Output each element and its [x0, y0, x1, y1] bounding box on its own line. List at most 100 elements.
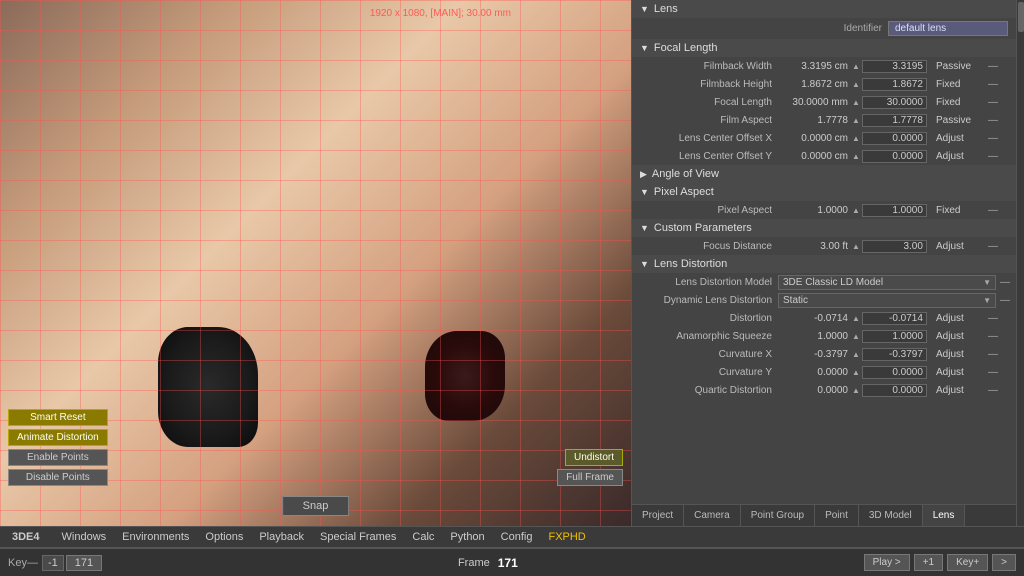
anamorphic-val2[interactable]: 1.0000 — [862, 330, 927, 343]
angle-of-view-header[interactable]: ▶ Angle of View — [632, 165, 1016, 183]
key-label: Key— — [8, 557, 38, 569]
menu-options[interactable]: Options — [197, 529, 251, 545]
lens-center-y-val2[interactable]: 0.0000 — [862, 150, 927, 163]
filmback-height-mode[interactable]: Fixed — [936, 79, 986, 90]
tab-project[interactable]: Project — [632, 505, 684, 526]
pixel-aspect-header[interactable]: ▼ Pixel Aspect — [632, 183, 1016, 201]
filmback-width-row: Filmback Width 3.3195 cm ▲ 3.3195 Passiv… — [632, 57, 1016, 75]
animate-distortion-button[interactable]: Animate Distortion — [8, 429, 108, 446]
curvature-x-val2[interactable]: -0.3797 — [862, 348, 927, 361]
enable-points-button[interactable]: Enable Points — [8, 449, 108, 466]
distortion-val2[interactable]: -0.0714 — [862, 312, 927, 325]
lens-distortion-header[interactable]: ▼ Lens Distortion — [632, 255, 1016, 273]
snap-button[interactable]: Snap — [282, 496, 350, 516]
filmback-width-val2[interactable]: 3.3195 — [862, 60, 927, 73]
tab-point-group[interactable]: Point Group — [741, 505, 815, 526]
focal-length-label: Focal Length — [638, 97, 778, 108]
dynamic-distortion-label: Dynamic Lens Distortion — [638, 295, 778, 306]
quartic-up-icon: ▲ — [852, 386, 860, 395]
frame-value: 171 — [498, 556, 518, 570]
focus-distance-val2[interactable]: 3.00 — [862, 240, 927, 253]
curvature-x-mode[interactable]: Adjust — [936, 349, 986, 360]
distortion-val1: -0.0714 — [778, 313, 848, 324]
lens-center-y-dash: — — [988, 151, 998, 162]
play-button[interactable]: Play > — [864, 554, 910, 571]
tab-point[interactable]: Point — [815, 505, 859, 526]
minus-button[interactable]: -1 — [42, 555, 64, 571]
curvature-x-input-container: ▲ -0.3797 — [852, 348, 932, 361]
menu-special-frames[interactable]: Special Frames — [312, 529, 404, 545]
quartic-mode[interactable]: Adjust — [936, 385, 986, 396]
anamorphic-mode[interactable]: Adjust — [936, 331, 986, 342]
anamorphic-up-icon: ▲ — [852, 332, 860, 341]
distortion-row: Distortion -0.0714 ▲ -0.0714 Adjust — — [632, 309, 1016, 327]
menu-calc[interactable]: Calc — [404, 529, 442, 545]
distortion-model-dropdown[interactable]: 3DE Classic LD Model ▼ — [778, 275, 996, 290]
pixel-aspect-val2[interactable]: 1.0000 — [862, 204, 927, 217]
lens-center-y-mode[interactable]: Adjust — [936, 151, 986, 162]
pixel-aspect-row: Pixel Aspect 1.0000 ▲ 1.0000 Fixed — — [632, 201, 1016, 219]
keyplus-button[interactable]: Key+ — [947, 554, 988, 571]
focus-distance-label: Focus Distance — [638, 241, 778, 252]
film-aspect-input-container: ▲ 1.7778 — [852, 114, 932, 127]
menu-python[interactable]: Python — [442, 529, 492, 545]
lens-center-y-input-container: ▲ 0.0000 — [852, 150, 932, 163]
dynamic-distortion-dropdown[interactable]: Static ▼ — [778, 293, 996, 308]
viewport-bottom-center-controls: Snap — [282, 496, 350, 516]
menu-fxphd[interactable]: FXPHD — [540, 529, 593, 545]
film-aspect-dash: — — [988, 115, 998, 126]
lens-center-x-mode[interactable]: Adjust — [936, 133, 986, 144]
focal-length-dash: — — [988, 97, 998, 108]
dynamic-distortion-value: Static — [783, 295, 808, 306]
full-frame-button[interactable]: Full Frame — [557, 469, 623, 486]
pixel-aspect-mode[interactable]: Fixed — [936, 205, 986, 216]
menu-environments[interactable]: Environments — [114, 529, 197, 545]
scene-object-right — [425, 331, 505, 421]
quartic-label: Quartic Distortion — [638, 385, 778, 396]
forward-button[interactable]: > — [992, 554, 1016, 571]
menu-bar: 3DE4 Windows Environments Options Playba… — [0, 526, 1024, 548]
filmback-width-mode[interactable]: Passive — [936, 61, 986, 72]
plus1-button[interactable]: +1 — [914, 554, 943, 571]
curvature-y-mode[interactable]: Adjust — [936, 367, 986, 378]
smart-reset-button[interactable]: Smart Reset — [8, 409, 108, 426]
lens-center-x-val2[interactable]: 0.0000 — [862, 132, 927, 145]
menu-windows[interactable]: Windows — [54, 529, 115, 545]
distortion-model-row: Lens Distortion Model 3DE Classic LD Mod… — [632, 273, 1016, 291]
app-label[interactable]: 3DE4 — [4, 529, 48, 545]
filmback-height-input-container: ▲ 1.8672 — [852, 78, 932, 91]
identifier-value[interactable]: default lens — [888, 21, 1008, 36]
lens-section-header[interactable]: ▼ Lens — [632, 0, 1016, 18]
distortion-model-value: 3DE Classic LD Model — [783, 277, 883, 288]
film-aspect-mode[interactable]: Passive — [936, 115, 986, 126]
tab-3d-model[interactable]: 3D Model — [859, 505, 923, 526]
menu-playback[interactable]: Playback — [251, 529, 312, 545]
tab-lens[interactable]: Lens — [923, 505, 966, 526]
film-aspect-val2[interactable]: 1.7778 — [862, 114, 927, 127]
disable-points-button[interactable]: Disable Points — [8, 469, 108, 486]
distortion-mode[interactable]: Adjust — [936, 313, 986, 324]
focal-length-title: Focal Length — [654, 42, 718, 54]
focal-length-header[interactable]: ▼ Focal Length — [632, 39, 1016, 57]
focal-length-mode[interactable]: Fixed — [936, 97, 986, 108]
custom-params-header[interactable]: ▼ Custom Parameters — [632, 219, 1016, 237]
panel-scrollbar[interactable] — [1016, 0, 1024, 526]
tab-camera[interactable]: Camera — [684, 505, 741, 526]
filmback-height-val2[interactable]: 1.8672 — [862, 78, 927, 91]
menu-config[interactable]: Config — [493, 529, 541, 545]
lens-center-y-row: Lens Center Offset Y 0.0000 cm ▲ 0.0000 … — [632, 147, 1016, 165]
curvature-y-row: Curvature Y 0.0000 ▲ 0.0000 Adjust — — [632, 363, 1016, 381]
quartic-input-container: ▲ 0.0000 — [852, 384, 932, 397]
lens-arrow-icon: ▼ — [640, 4, 649, 14]
lens-center-x-row: Lens Center Offset X 0.0000 cm ▲ 0.0000 … — [632, 129, 1016, 147]
quartic-val2[interactable]: 0.0000 — [862, 384, 927, 397]
undistort-button[interactable]: Undistort — [565, 449, 623, 466]
panel-scroll[interactable]: ▼ Lens Identifier default lens ▼ Focal L… — [632, 0, 1016, 504]
focal-length-val2[interactable]: 30.0000 — [862, 96, 927, 109]
identifier-row: Identifier default lens — [632, 18, 1016, 39]
focus-distance-mode[interactable]: Adjust — [936, 241, 986, 252]
distortion-model-dash: — — [1000, 277, 1010, 288]
curvature-y-val2[interactable]: 0.0000 — [862, 366, 927, 379]
lens-center-x-up-icon: ▲ — [852, 134, 860, 143]
distortion-label: Distortion — [638, 313, 778, 324]
